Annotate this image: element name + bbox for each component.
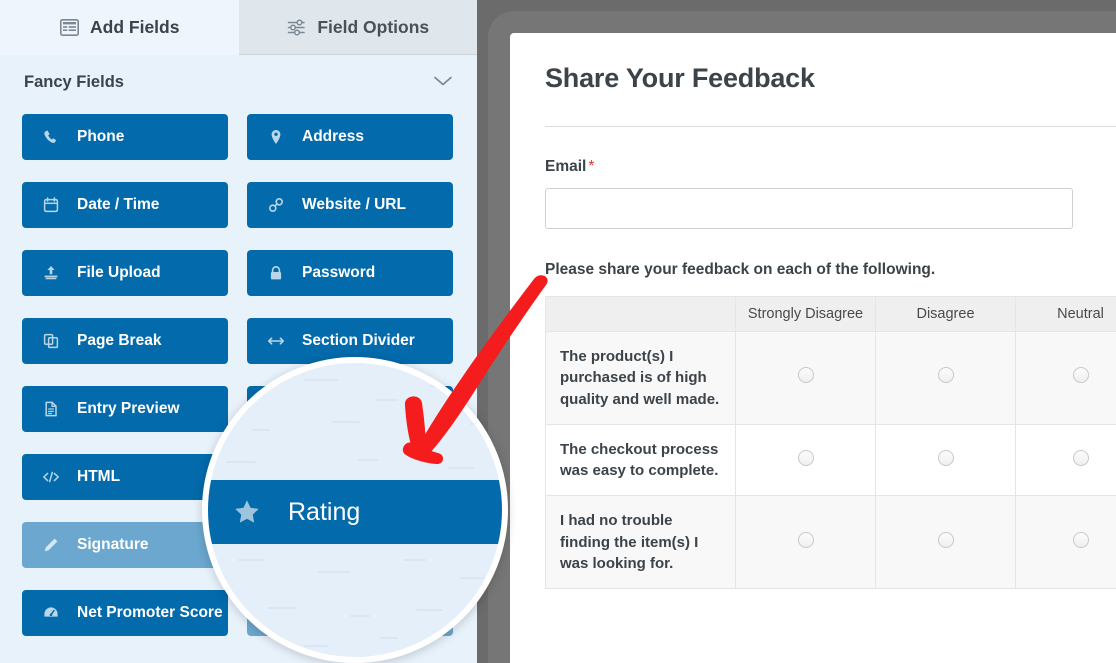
link-icon [267, 196, 285, 214]
form-builder-screen: Share Your Feedback Email * Please share … [0, 0, 1116, 663]
required-asterisk: * [588, 158, 595, 175]
field-button-label: HTML [77, 468, 121, 485]
code-icon [42, 468, 60, 486]
table-row: The product(s) I purchased is of high qu… [545, 331, 1116, 425]
field-button-html[interactable]: HTML [22, 454, 228, 500]
phone-icon [42, 128, 60, 146]
radio-button[interactable] [797, 531, 814, 548]
field-button-label: Page Break [77, 332, 162, 349]
field-button-label: Password [302, 264, 376, 281]
calendar-icon [42, 196, 60, 214]
magnified-field-label: Rating [288, 497, 361, 526]
page-title: Share Your Feedback [545, 63, 815, 93]
field-button-label: Net Promoter Score [77, 604, 223, 621]
title-divider [545, 126, 1116, 127]
likert-row-label: I had no trouble finding the item(s) I w… [545, 495, 736, 590]
likert-description: Please share your feedback on each of th… [545, 261, 936, 278]
tab-field-options-label: Field Options [317, 16, 430, 37]
likert-table: Strongly Disagree Disagree Neutral The p… [545, 296, 1116, 590]
pages-icon [42, 332, 60, 350]
field-button-label: Address [302, 128, 365, 145]
likert-cell[interactable] [735, 423, 876, 497]
field-button-password[interactable]: Password [247, 250, 453, 296]
lock-icon [267, 264, 285, 282]
field-button-entry-preview[interactable]: Entry Preview [22, 386, 228, 432]
section-title: Fancy Fields [24, 73, 124, 91]
radio-button[interactable] [937, 449, 954, 466]
likert-cell[interactable] [1015, 331, 1116, 425]
section-header-fancy-fields[interactable]: Fancy Fields [0, 55, 477, 110]
radio-button[interactable] [1072, 367, 1089, 384]
field-button-label: Phone [77, 128, 125, 145]
likert-corner-cell [545, 296, 736, 332]
email-label-text: Email [545, 158, 587, 175]
field-button-label: Entry Preview [77, 400, 180, 417]
likert-cell[interactable] [735, 495, 876, 590]
likert-row-label: The checkout process was easy to complet… [545, 423, 736, 497]
form-preview-panel: Share Your Feedback Email * Please share … [510, 33, 1116, 663]
email-input[interactable] [545, 188, 1073, 229]
likert-cell[interactable] [1015, 495, 1116, 590]
field-button-signature[interactable]: Signature [22, 522, 228, 568]
table-row: The checkout process was easy to complet… [545, 423, 1116, 497]
upload-icon [42, 264, 60, 282]
radio-button[interactable] [937, 367, 954, 384]
tab-field-options[interactable]: Field Options [238, 0, 477, 55]
tab-add-fields[interactable]: Add Fields [0, 0, 239, 55]
magnified-field-button-rating[interactable]: Rating [208, 480, 502, 544]
likert-column-disagree: Disagree [875, 296, 1016, 332]
chevron-down-icon[interactable] [433, 75, 453, 90]
gauge-icon [42, 604, 60, 622]
likert-header-row: Strongly Disagree Disagree Neutral [545, 296, 1116, 332]
field-button-address[interactable]: Address [247, 114, 453, 160]
form-list-icon [59, 17, 79, 37]
likert-cell[interactable] [875, 495, 1016, 590]
likert-column-neutral: Neutral [1015, 296, 1116, 332]
map-pin-icon [267, 128, 285, 146]
email-field-block: Email * [545, 158, 1116, 229]
likert-row-label: The product(s) I purchased is of high qu… [545, 331, 736, 425]
field-button-label: Section Divider [302, 332, 415, 349]
star-icon [233, 498, 261, 526]
email-field-label: Email * [545, 158, 1116, 176]
sidebar-tabbar: Add Fields Field Options [0, 0, 477, 55]
document-icon [42, 400, 60, 418]
tab-add-fields-label: Add Fields [90, 16, 180, 37]
field-button-label: Date / Time [77, 196, 160, 213]
arrows-horizontal-icon [267, 332, 285, 350]
radio-button[interactable] [1072, 449, 1089, 466]
likert-column-strongly-disagree: Strongly Disagree [735, 296, 876, 332]
magnifier-callout: Rating [202, 357, 508, 663]
radio-button[interactable] [1072, 531, 1089, 548]
likert-cell[interactable] [735, 331, 876, 425]
sliders-icon [286, 17, 306, 37]
radio-button[interactable] [797, 449, 814, 466]
likert-cell[interactable] [875, 423, 1016, 497]
field-button-date-time[interactable]: Date / Time [22, 182, 228, 228]
field-button-website-url[interactable]: Website / URL [247, 182, 453, 228]
field-button-file-upload[interactable]: File Upload [22, 250, 228, 296]
field-button-label: Signature [77, 536, 149, 553]
field-button-label: File Upload [77, 264, 161, 281]
pencil-icon [42, 536, 60, 554]
field-button-page-break[interactable]: Page Break [22, 318, 228, 364]
field-button-label: Website / URL [302, 196, 406, 213]
likert-cell[interactable] [1015, 423, 1116, 497]
radio-button[interactable] [937, 531, 954, 548]
likert-cell[interactable] [875, 331, 1016, 425]
field-button-net-promoter-score[interactable]: Net Promoter Score [22, 590, 228, 636]
field-button-phone[interactable]: Phone [22, 114, 228, 160]
table-row: I had no trouble finding the item(s) I w… [545, 495, 1116, 590]
radio-button[interactable] [797, 367, 814, 384]
